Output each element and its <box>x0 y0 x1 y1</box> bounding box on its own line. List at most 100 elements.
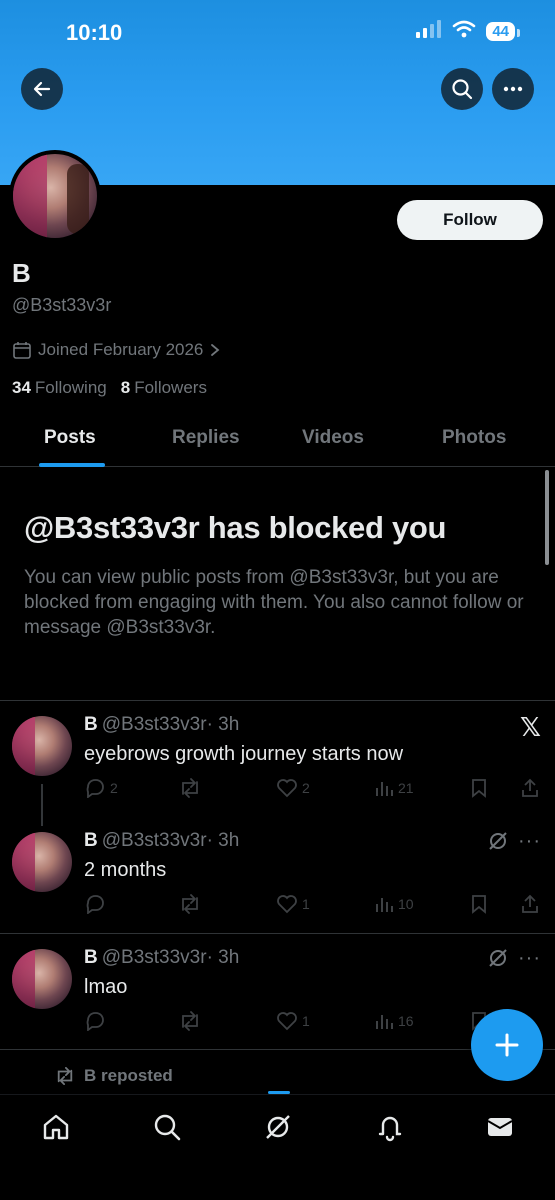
views-chart-icon <box>376 782 393 796</box>
like-count: 1 <box>302 896 310 912</box>
blocked-title: @B3st33v3r has blocked you <box>24 510 447 545</box>
x-logo-icon: 𝕏 <box>520 712 541 742</box>
reply-button[interactable]: 2 <box>84 778 118 798</box>
compose-post-button[interactable] <box>471 1009 543 1081</box>
post-time: · 3h <box>206 714 240 735</box>
repost-button[interactable] <box>178 894 202 914</box>
follow-button[interactable]: Follow <box>397 200 543 240</box>
grok-icon[interactable] <box>487 830 509 857</box>
mail-icon <box>487 1118 513 1136</box>
more-horizontal-icon <box>503 86 523 92</box>
tab-replies[interactable]: Replies <box>172 427 240 449</box>
grok-icon <box>266 1115 290 1139</box>
like-button[interactable]: 1 <box>276 894 310 914</box>
profile-avatar[interactable] <box>9 150 101 242</box>
like-button[interactable]: 2 <box>276 778 310 798</box>
divider <box>0 933 555 934</box>
joined-date[interactable]: Joined February 2026 <box>12 340 221 360</box>
repost-button[interactable] <box>178 1011 202 1031</box>
following-count-link[interactable]: 34 Following <box>12 378 107 398</box>
more-options-button[interactable] <box>492 68 534 110</box>
scrollbar[interactable] <box>545 470 549 565</box>
view-count: 10 <box>398 896 414 912</box>
bottom-navigation <box>0 1091 555 1200</box>
back-button[interactable] <box>21 68 63 110</box>
following-count: 34 <box>12 378 31 397</box>
reply-button[interactable] <box>84 1011 106 1031</box>
repost-label: B reposted <box>84 1066 173 1085</box>
post-handle: @B3st33v3r <box>101 830 207 851</box>
search-button[interactable] <box>441 68 483 110</box>
post-author: B <box>84 830 98 851</box>
followers-count-link[interactable]: 8 Followers <box>121 378 207 398</box>
views-button[interactable]: 21 <box>374 778 414 798</box>
post-more-button[interactable]: ··· <box>518 947 541 970</box>
nav-explore[interactable] <box>151 1111 183 1143</box>
nav-notifications[interactable] <box>374 1111 406 1143</box>
status-icons: 44 <box>416 20 520 43</box>
repost-icon <box>182 778 198 798</box>
post-avatar[interactable] <box>12 716 72 776</box>
thread-line <box>41 784 43 826</box>
post-text: eyebrows growth journey starts now <box>84 743 404 765</box>
views-button[interactable]: 10 <box>374 894 414 914</box>
share-button[interactable] <box>520 894 540 914</box>
share-button[interactable] <box>520 778 540 798</box>
views-chart-icon <box>376 1015 393 1029</box>
post-avatar[interactable] <box>12 949 72 1009</box>
repost-icon <box>182 1011 198 1031</box>
post-text: lmao <box>84 976 128 998</box>
repost-icon <box>57 1067 73 1085</box>
post-avatar[interactable] <box>12 832 72 892</box>
view-count: 16 <box>398 1013 414 1029</box>
reply-count: 2 <box>110 780 118 796</box>
divider <box>0 700 555 701</box>
post-text: 2 months <box>84 859 167 881</box>
reply-button[interactable] <box>84 894 106 914</box>
like-count: 1 <box>302 1013 310 1029</box>
display-name: B <box>12 258 31 288</box>
tab-posts[interactable]: Posts <box>44 427 96 449</box>
bookmark-button[interactable] <box>470 778 488 798</box>
active-tab-indicator <box>39 463 105 467</box>
repost-icon <box>182 894 198 914</box>
like-count: 2 <box>302 780 310 796</box>
bookmark-button[interactable] <box>470 894 488 914</box>
search-icon <box>154 1114 181 1141</box>
views-button[interactable]: 16 <box>374 1011 414 1031</box>
reply-icon <box>86 895 104 914</box>
repost-button[interactable] <box>178 778 202 798</box>
battery-indicator: 44 <box>486 22 520 41</box>
arrow-left-icon <box>33 81 51 97</box>
followers-count: 8 <box>120 378 131 397</box>
home-icon <box>43 1114 69 1140</box>
heart-icon <box>277 1012 297 1031</box>
plus-icon <box>495 1033 519 1057</box>
profile-handle: @B3st33v3r <box>12 295 112 315</box>
search-icon <box>452 79 473 100</box>
signal-icon <box>416 20 442 43</box>
following-label: Following <box>34 378 107 397</box>
grok-icon[interactable] <box>487 947 509 974</box>
nav-grok[interactable] <box>262 1111 294 1143</box>
bell-icon <box>378 1116 402 1142</box>
share-icon <box>522 778 538 797</box>
post-time: · 3h <box>206 830 240 851</box>
tab-videos[interactable]: Videos <box>302 427 364 449</box>
views-chart-icon <box>376 898 393 912</box>
bookmark-icon <box>472 779 486 798</box>
heart-icon <box>277 895 297 914</box>
post-handle: @B3st33v3r <box>101 714 207 735</box>
post-more-button[interactable]: ··· <box>518 830 541 853</box>
like-button[interactable]: 1 <box>276 1011 310 1031</box>
nav-messages[interactable] <box>484 1111 516 1143</box>
view-count: 21 <box>398 780 414 796</box>
followers-label: Followers <box>134 378 207 397</box>
post-author: B <box>84 714 98 735</box>
blocked-message: You can view public posts from @B3st33v3… <box>24 567 524 638</box>
tab-photos[interactable]: Photos <box>442 427 506 449</box>
status-time: 10:10 <box>66 20 123 45</box>
nav-home[interactable] <box>40 1111 72 1143</box>
post-handle: @B3st33v3r <box>101 947 207 968</box>
repost-indicator: B reposted <box>54 1066 173 1086</box>
